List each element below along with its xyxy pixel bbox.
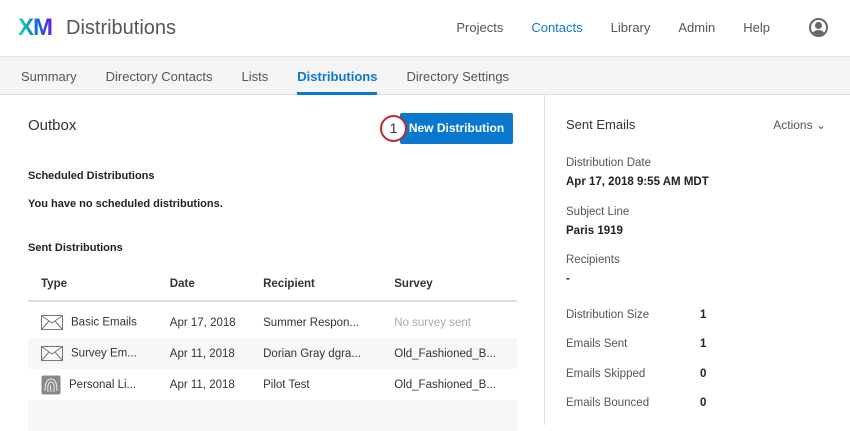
row-date: Apr 11, 2018 [156, 338, 251, 369]
tab-summary[interactable]: Summary [21, 57, 77, 94]
envelope-icon [41, 346, 63, 361]
app-title: Distributions [66, 16, 177, 39]
field-label: Recipients [566, 254, 620, 266]
tab-bar: Summary Directory Contacts Lists Distrib… [0, 56, 850, 95]
chevron-down-icon: ⌄ [815, 118, 826, 132]
actions-dropdown[interactable]: Actions ⌄ [773, 118, 826, 132]
stat-value: 1 [700, 309, 707, 321]
sent-distributions-table: Type Date Recipient Survey Basic Emails … [28, 267, 517, 431]
step-badge: 1 [380, 115, 407, 142]
stat-value: 0 [700, 397, 707, 409]
outbox-panel: Outbox New Distribution 1 Scheduled Dist… [0, 95, 544, 431]
row-survey: Old_Fashioned_B... [394, 378, 496, 391]
sent-heading: Sent Distributions [28, 242, 123, 254]
details-panel: Sent Emails Actions ⌄ Distribution Date … [544, 95, 850, 425]
stat-label: Distribution Size [566, 309, 650, 321]
user-avatar-icon[interactable] [809, 18, 828, 37]
top-nav: Projects Contacts Library Admin Help [456, 20, 770, 35]
row-survey: No survey sent [394, 316, 471, 329]
actions-label: Actions [773, 118, 813, 132]
row-type: Basic Emails [71, 316, 137, 329]
row-recipient: Summer Respon... [263, 316, 359, 329]
table-row[interactable]: Basic Emails Apr 17, 2018 Summer Respon.… [28, 307, 517, 338]
row-recipient: Dorian Gray dgra... [250, 338, 382, 369]
row-date: Apr 17, 2018 [169, 316, 236, 329]
field-value: - [566, 273, 570, 285]
field-label: Subject Line [566, 206, 630, 218]
row-recipient: Pilot Test [263, 378, 310, 391]
tab-lists[interactable]: Lists [242, 57, 269, 94]
row-survey: Old_Fashioned_B... [381, 338, 517, 369]
field-label: Distribution Date [566, 157, 652, 169]
nav-help[interactable]: Help [743, 20, 770, 35]
nav-contacts[interactable]: Contacts [531, 20, 582, 35]
col-recipient[interactable]: Recipient [250, 267, 382, 302]
stat-value: 0 [700, 368, 707, 380]
xm-logo[interactable]: XM [18, 14, 53, 42]
new-distribution-button[interactable]: New Distribution [400, 113, 513, 144]
scheduled-empty: You have no scheduled distributions. [28, 198, 223, 210]
stat-label: Emails Sent [566, 338, 628, 350]
row-type: Survey Em... [71, 347, 137, 360]
outbox-title: Outbox [28, 117, 77, 134]
tab-distributions[interactable]: Distributions [297, 57, 378, 95]
nav-library[interactable]: Library [611, 20, 651, 35]
table-row[interactable]: Personal Li... Apr 11, 2018 Pilot Test O… [28, 369, 517, 400]
table-row[interactable]: Survey Em... Apr 11, 2018 Dorian Gray dg… [28, 338, 517, 369]
table-row-partial[interactable] [28, 400, 517, 431]
top-bar: XM Distributions Projects Contacts Libra… [0, 0, 850, 56]
row-type: Personal Li... [69, 378, 137, 391]
stat-label: Emails Bounced [566, 397, 650, 409]
field-value: Apr 17, 2018 9:55 AM MDT [566, 176, 709, 188]
tab-directory-settings[interactable]: Directory Settings [406, 57, 509, 94]
col-type[interactable]: Type [28, 267, 157, 302]
col-survey[interactable]: Survey [381, 267, 517, 302]
stat-label: Emails Skipped [566, 368, 646, 380]
envelope-icon [41, 315, 63, 330]
fingerprint-icon [41, 375, 61, 394]
nav-admin[interactable]: Admin [678, 20, 715, 35]
row-date: Apr 11, 2018 [169, 378, 235, 391]
details-title: Sent Emails [566, 117, 636, 132]
scheduled-heading: Scheduled Distributions [28, 170, 155, 182]
nav-projects[interactable]: Projects [456, 20, 503, 35]
field-value: Paris 1919 [566, 225, 623, 237]
stat-value: 1 [700, 338, 707, 350]
tab-directory-contacts[interactable]: Directory Contacts [106, 57, 213, 94]
col-date[interactable]: Date [156, 267, 251, 302]
